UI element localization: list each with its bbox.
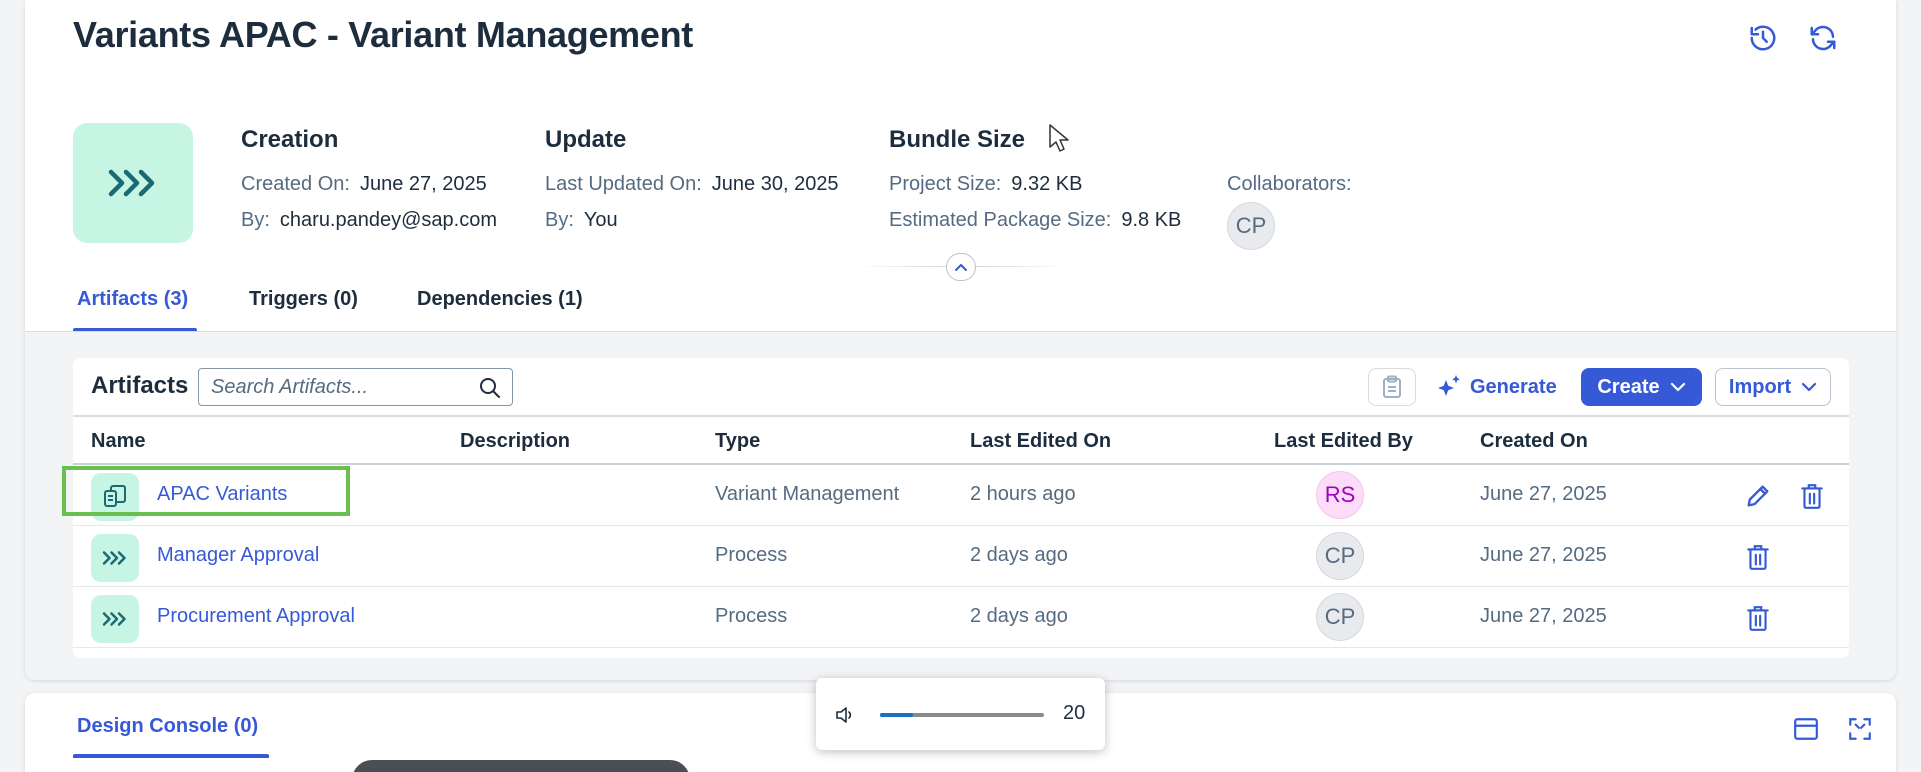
history-icon[interactable]: [1746, 21, 1780, 55]
delete-icon[interactable]: [1743, 542, 1773, 572]
search-icon[interactable]: [478, 376, 502, 405]
artifact-created-on: June 27, 2025: [1480, 483, 1607, 505]
generate-label: Generate: [1470, 375, 1557, 398]
design-console-underline: [73, 754, 269, 758]
collaborators-label-text: Collaborators:: [1227, 173, 1352, 195]
process-chevrons-icon: [91, 595, 139, 643]
refresh-icon[interactable]: [1806, 21, 1840, 55]
table-row[interactable]: Manager Approval Process 2 days ago CP J…: [73, 526, 1849, 587]
volume-slider[interactable]: [880, 713, 1044, 717]
collapse-header-button[interactable]: [946, 253, 976, 281]
column-header-last-edited-by[interactable]: Last Edited By: [1274, 430, 1413, 453]
volume-value: 20: [1063, 702, 1086, 724]
volume-slider-fill: [880, 713, 913, 717]
edit-icon[interactable]: [1743, 481, 1773, 511]
created-on-value: June 27, 2025: [359, 173, 487, 195]
artifact-created-on: June 27, 2025: [1480, 544, 1607, 566]
artifacts-title: Artifacts: [91, 372, 189, 399]
bottom-toolbar: [352, 760, 690, 772]
create-button[interactable]: Create: [1581, 368, 1702, 406]
panel-layout-icon[interactable]: [1789, 712, 1823, 746]
created-by: By: charu.pandey@sap.com: [241, 209, 497, 232]
chevron-down-icon: [1670, 382, 1685, 392]
update-title: Update: [545, 126, 627, 153]
artifact-last-edited-on: 2 days ago: [970, 544, 1068, 566]
tab-dependencies[interactable]: Dependencies (1): [417, 288, 583, 311]
tab-artifacts[interactable]: Artifacts (3): [77, 288, 188, 311]
artifact-type: Process: [715, 605, 788, 627]
project-size: Project Size: 9.32 KB: [889, 173, 1082, 196]
created-by-value: charu.pandey@sap.com: [279, 209, 497, 231]
search-artifacts-field[interactable]: [198, 368, 513, 406]
fullscreen-icon[interactable]: [1843, 712, 1877, 746]
creation-title: Creation: [241, 126, 339, 153]
updated-by-label: By:: [545, 209, 574, 231]
updated-on-value: June 30, 2025: [711, 173, 839, 195]
volume-overlay[interactable]: 20: [816, 678, 1105, 750]
speaker-icon[interactable]: [834, 704, 856, 731]
page-title: Variants APAC - Variant Management: [73, 14, 693, 55]
collaborators-label: Collaborators:: [1227, 173, 1362, 196]
chevron-up-icon: [955, 264, 967, 271]
updated-on-label: Last Updated On:: [545, 173, 702, 195]
mouse-cursor-icon: [1049, 124, 1069, 152]
tab-design-console[interactable]: Design Console (0): [77, 715, 258, 738]
column-header-created-on[interactable]: Created On: [1480, 430, 1588, 453]
generate-button[interactable]: Generate: [1436, 368, 1557, 406]
updated-by: By: You: [545, 209, 618, 232]
import-label: Import: [1728, 375, 1792, 398]
created-on-label: Created On:: [241, 173, 350, 195]
column-header-description[interactable]: Description: [460, 430, 570, 453]
avatar[interactable]: CP: [1316, 593, 1364, 641]
import-button[interactable]: Import: [1715, 368, 1831, 406]
created-by-label: By:: [241, 209, 270, 231]
project-size-value: 9.32 KB: [1011, 173, 1083, 195]
table-row[interactable]: Procurement Approval Process 2 days ago …: [73, 587, 1849, 648]
sparkle-icon: [1438, 375, 1460, 396]
avatar[interactable]: CP: [1316, 532, 1364, 580]
artifact-name-link[interactable]: Procurement Approval: [157, 605, 355, 628]
artifact-type: Process: [715, 544, 788, 566]
chevron-down-icon: [1802, 382, 1817, 392]
bundle-size-title: Bundle Size: [889, 126, 1026, 153]
create-label: Create: [1597, 375, 1660, 398]
updated-by-value: You: [583, 209, 618, 231]
package-size-value: 9.8 KB: [1121, 209, 1182, 231]
tab-triggers[interactable]: Triggers (0): [249, 288, 358, 311]
artifact-last-edited-on: 2 hours ago: [970, 483, 1076, 505]
paste-button[interactable]: [1368, 368, 1416, 406]
delete-icon[interactable]: [1797, 481, 1827, 511]
artifact-created-on: June 27, 2025: [1480, 605, 1607, 627]
collaborator-avatar[interactable]: CP: [1227, 202, 1275, 250]
column-header-last-edited-on[interactable]: Last Edited On: [970, 430, 1111, 453]
avatar[interactable]: RS: [1316, 471, 1364, 519]
created-on: Created On: June 27, 2025: [241, 173, 487, 196]
artifact-last-edited-on: 2 days ago: [970, 605, 1068, 627]
search-input[interactable]: [211, 375, 471, 399]
table-top-border: [73, 415, 1849, 417]
project-size-label: Project Size:: [889, 173, 1002, 195]
column-header-name[interactable]: Name: [91, 430, 145, 453]
column-header-type[interactable]: Type: [715, 430, 760, 453]
process-chevrons-icon: [91, 534, 139, 582]
updated-on: Last Updated On: June 30, 2025: [545, 173, 839, 196]
artifact-type: Variant Management: [715, 483, 900, 505]
package-size: Estimated Package Size: 9.8 KB: [889, 209, 1181, 232]
process-chevrons-icon: [73, 123, 193, 243]
selection-highlight: [62, 466, 350, 516]
artifact-name-link[interactable]: Manager Approval: [157, 544, 319, 567]
delete-icon[interactable]: [1743, 603, 1773, 633]
clipboard-icon: [1383, 375, 1401, 398]
package-size-label: Estimated Package Size:: [889, 209, 1112, 231]
